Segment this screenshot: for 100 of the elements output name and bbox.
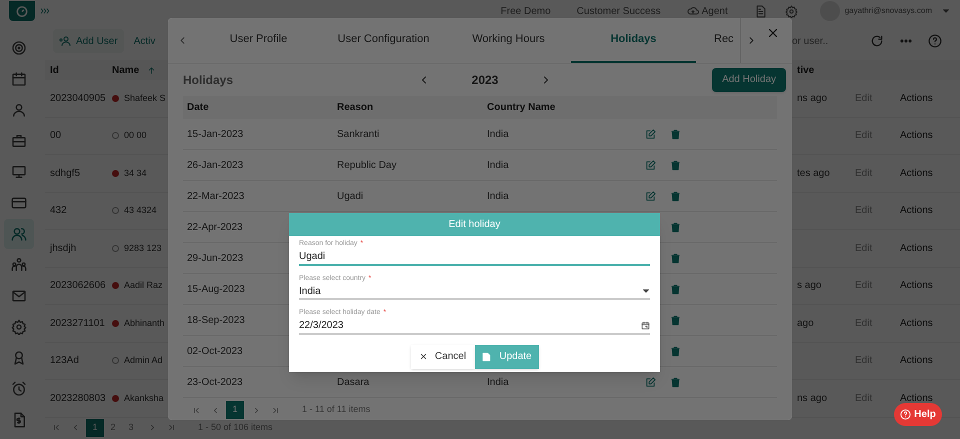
- edit-icon[interactable]: [645, 376, 656, 388]
- calendar-icon[interactable]: [641, 321, 650, 330]
- tab[interactable]: Working Hours: [446, 18, 571, 63]
- actions-button[interactable]: Actions: [900, 278, 955, 294]
- table-cell-text: India: [487, 376, 509, 390]
- column-header: Country Name: [487, 101, 556, 116]
- table-cell-text: 23-Oct-2023: [187, 376, 243, 390]
- help-icon: [900, 409, 912, 420]
- mail-icon: [10, 288, 26, 304]
- add-user-button[interactable]: Add User: [53, 29, 124, 53]
- tab[interactable]: Holidays: [571, 18, 696, 63]
- help-button[interactable]: Help: [894, 403, 942, 426]
- header-link[interactable]: Free Demo: [500, 4, 551, 18]
- header-link[interactable]: Agent: [686, 4, 728, 18]
- column-header[interactable]: tive: [790, 62, 850, 78]
- app-logo[interactable]: [9, 1, 35, 21]
- refresh-icon[interactable]: [870, 34, 884, 48]
- trash-icon[interactable]: [670, 284, 681, 295]
- table-cell-text: 22-Mar-2023: [187, 190, 244, 204]
- first-page-icon[interactable]: [52, 423, 61, 432]
- table-cell-text: India: [487, 190, 509, 204]
- actions-button[interactable]: Actions: [900, 390, 955, 406]
- table-cell-text: ns ago: [796, 392, 828, 406]
- field-value: Ugadi: [299, 250, 326, 264]
- table-cell-text: sdhgf5: [50, 166, 82, 181]
- team-icon: [10, 257, 26, 273]
- page-button[interactable]: 1: [226, 401, 244, 420]
- tab[interactable]: Rec: [696, 18, 740, 63]
- sidebar-item[interactable]: [4, 219, 34, 249]
- cancel-button[interactable]: Cancel: [410, 344, 474, 368]
- table-cell-text: s ago: [796, 279, 822, 294]
- actions-button[interactable]: Actions: [900, 90, 955, 106]
- trash-icon[interactable]: [670, 128, 681, 140]
- edit-icon[interactable]: [645, 128, 656, 140]
- last-page-icon[interactable]: [271, 406, 280, 415]
- trash-icon[interactable]: [670, 376, 681, 388]
- table-cell-text: 15-Jan-2023: [187, 128, 244, 142]
- close-icon[interactable]: [766, 26, 780, 40]
- table-cell-text: 26-Jan-2023: [187, 158, 244, 173]
- next-page-icon[interactable]: [148, 423, 157, 432]
- target-icon: [10, 40, 26, 56]
- table-cell-text: 00: [50, 129, 62, 144]
- trash-icon[interactable]: [670, 314, 681, 326]
- actions-button[interactable]: Actions: [900, 353, 955, 368]
- trash-icon[interactable]: [670, 252, 681, 264]
- next-page-icon[interactable]: [252, 406, 261, 415]
- table-cell-text: Sankranti: [337, 128, 380, 142]
- tab[interactable]: User Profile: [196, 18, 321, 63]
- page-button[interactable]: 1: [86, 418, 104, 436]
- sort-up-icon[interactable]: [147, 66, 156, 74]
- table-cell-text: jhsdjh: [50, 242, 78, 256]
- table-cell-text: Dasara: [337, 376, 370, 390]
- expand-icon[interactable]: [40, 6, 50, 16]
- actions-button[interactable]: Actions: [900, 316, 955, 331]
- first-page-icon[interactable]: [192, 406, 201, 415]
- actions-button[interactable]: Actions: [900, 240, 955, 256]
- table-cell-text: Admin Ad: [124, 354, 163, 367]
- credit-card-icon: [10, 195, 26, 211]
- stopwatch-icon: [15, 4, 29, 18]
- panel-title: Holidays: [183, 72, 234, 89]
- trash-icon[interactable]: [670, 222, 681, 233]
- table-cell-text: ago: [796, 316, 814, 331]
- table-cell-text: 2023040905: [50, 92, 107, 106]
- trash-icon[interactable]: [670, 190, 681, 202]
- table-cell-text: Republic Day: [337, 158, 396, 173]
- previous-page-icon[interactable]: [211, 406, 220, 415]
- column-header: Date: [187, 101, 210, 116]
- table-cell-text: 15-Aug-2023: [187, 282, 245, 297]
- table-cell-text: 22-Apr-2023: [187, 220, 243, 235]
- settings-icon[interactable]: [784, 4, 798, 18]
- table-cell-text: Akanksha: [124, 392, 164, 404]
- column-header[interactable]: Id: [50, 62, 112, 78]
- table-cell-text: 34 34: [124, 166, 147, 180]
- column-header[interactable]: Name: [112, 62, 140, 78]
- actions-button[interactable]: Actions: [900, 166, 955, 181]
- last-page-icon[interactable]: [167, 423, 176, 432]
- settings-icon: [10, 319, 26, 335]
- table-cell-text: India: [487, 128, 509, 142]
- header-link[interactable]: Customer Success: [576, 4, 661, 18]
- table-cell-text: 432: [50, 204, 68, 218]
- document-icon[interactable]: [754, 4, 767, 18]
- table-cell-text: 43 4324: [124, 204, 157, 217]
- help-icon[interactable]: [928, 34, 942, 48]
- user-email: gayathri@snovasys.com: [844, 5, 932, 17]
- edit-icon[interactable]: [645, 190, 656, 202]
- table-cell-text: 9283 123: [124, 242, 162, 254]
- previous-page-icon[interactable]: [71, 423, 80, 432]
- edit-icon[interactable]: [645, 160, 656, 171]
- update-button[interactable]: Update: [474, 344, 538, 368]
- calendar-icon: [10, 71, 26, 87]
- dropdown-caret-icon: [642, 287, 650, 295]
- trash-icon[interactable]: [670, 346, 681, 357]
- year-label: 2023: [470, 72, 500, 89]
- actions-button[interactable]: Actions: [900, 128, 955, 144]
- trash-icon[interactable]: [670, 160, 681, 171]
- caret-icon[interactable]: [942, 7, 950, 15]
- tab[interactable]: User Configuration: [321, 18, 446, 63]
- filter-tab[interactable]: Activ: [134, 34, 156, 48]
- actions-button[interactable]: Actions: [900, 203, 955, 218]
- add-holiday-button[interactable]: Add Holiday: [712, 68, 786, 92]
